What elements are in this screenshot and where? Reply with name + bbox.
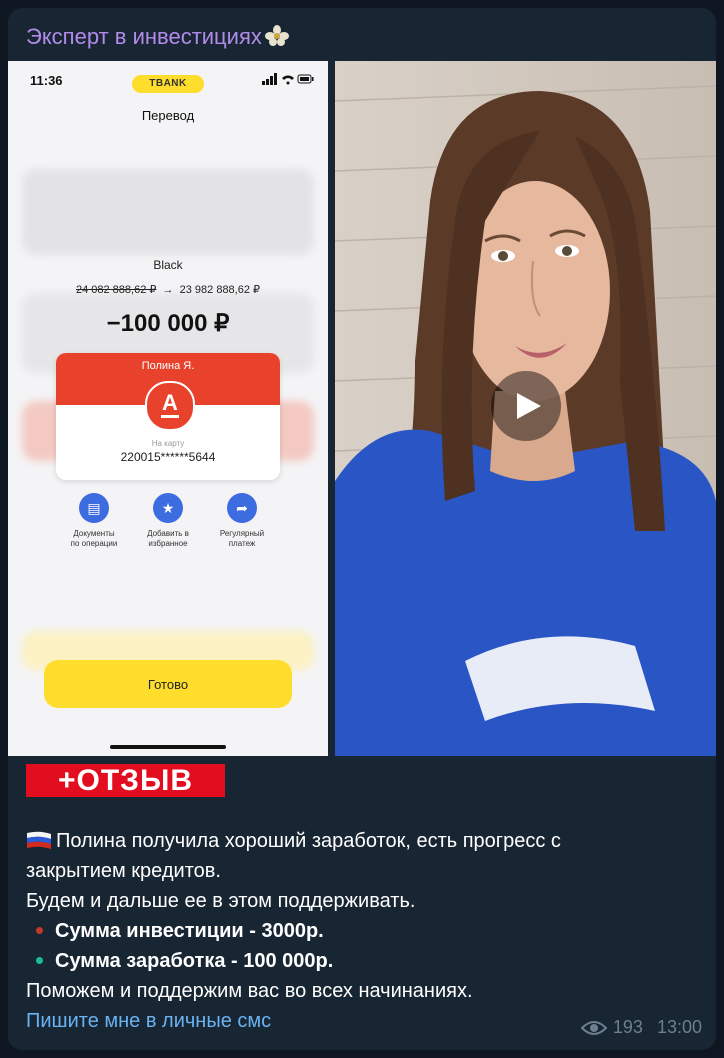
eye-icon xyxy=(580,1020,608,1041)
bank-pill: TBANK xyxy=(132,75,204,93)
favorite-label-2: избранное xyxy=(148,539,188,548)
russia-flag-icon xyxy=(26,829,52,849)
message-line-4: Поможем и поддержим вас во всех начинани… xyxy=(26,980,473,1002)
message-line-2: закрытием кредитов. xyxy=(26,860,221,882)
signal-wifi-battery-icon xyxy=(262,73,314,85)
play-icon xyxy=(517,393,541,419)
done-button[interactable]: Готово xyxy=(44,660,292,708)
card-label: На карту xyxy=(151,439,185,448)
message-line-3: Будем и дальше ее в этом поддерживать. xyxy=(26,890,416,912)
message-bubble: Эксперт в инвестициях 11:36 TBANK Перево… xyxy=(8,8,716,1050)
balance-before: 24 082 888,62 ₽ xyxy=(75,284,157,296)
bank-logo-icon: А xyxy=(145,381,195,431)
bullet-investment-text: Сумма инвестиции - 3000р. xyxy=(55,920,324,942)
bullet-investment: Сумма инвестиции - 3000р. xyxy=(26,916,706,946)
favorite-label-1: Добавить в xyxy=(147,529,189,538)
play-button[interactable] xyxy=(491,371,561,441)
teal-dot-icon xyxy=(36,957,43,964)
message-line-1: Полина получила хороший заработок, есть … xyxy=(56,830,561,852)
regular-label-1: Регулярный xyxy=(219,529,265,538)
documents-label-1: Документы xyxy=(73,529,115,538)
documents-label-2: по операции xyxy=(70,539,118,548)
favorite-action[interactable]: ★ Добавить в избранное xyxy=(128,493,208,549)
home-indicator xyxy=(110,745,226,749)
documents-action[interactable]: ▤ Документы по операции xyxy=(54,493,134,549)
message-meta: 193 13:00 xyxy=(580,1017,702,1041)
document-icon: ▤ xyxy=(79,493,109,523)
contact-link[interactable]: Пишите мне в личные смс xyxy=(26,1010,271,1032)
status-time: 11:36 xyxy=(30,73,63,88)
view-count: 193 xyxy=(612,1017,643,1037)
account-name: Black xyxy=(153,258,183,272)
flower-icon xyxy=(264,25,290,47)
transfer-screenshot[interactable]: 11:36 TBANK Перевод Black 24 082 888,62 … xyxy=(8,61,328,756)
message-time: 13:00 xyxy=(656,1017,702,1037)
recipient-card: Полина Я. А На карту 220015******5644 xyxy=(56,353,280,480)
status-icons xyxy=(262,73,314,88)
arrow-icon: → xyxy=(162,284,174,296)
channel-name-text: Эксперт в инвестициях xyxy=(26,24,262,49)
video-thumbnail[interactable] xyxy=(335,61,716,756)
red-dot-icon xyxy=(36,927,43,934)
star-icon: ★ xyxy=(153,493,183,523)
balance-after: 23 982 888,62 ₽ xyxy=(179,284,261,296)
review-badge: +ОТЗЫВ xyxy=(26,764,225,797)
balance-change: 24 082 888,62 ₽ → 23 982 888,62 ₽ xyxy=(8,283,328,296)
regular-payment-action[interactable]: ➦ Регулярный платеж xyxy=(202,493,282,549)
bullet-earnings: Сумма заработка - 100 000р. xyxy=(26,946,706,976)
repeat-icon: ➦ xyxy=(227,493,257,523)
message-text: Полина получила хороший заработок, есть … xyxy=(26,826,706,1036)
channel-name[interactable]: Эксперт в инвестициях xyxy=(26,24,290,50)
card-number: 220015******5644 xyxy=(120,450,216,464)
bullet-earnings-text: Сумма заработка - 100 000р. xyxy=(55,950,334,972)
regular-label-2: платеж xyxy=(228,539,256,548)
transfer-amount: −100 000 ₽ xyxy=(106,310,230,337)
